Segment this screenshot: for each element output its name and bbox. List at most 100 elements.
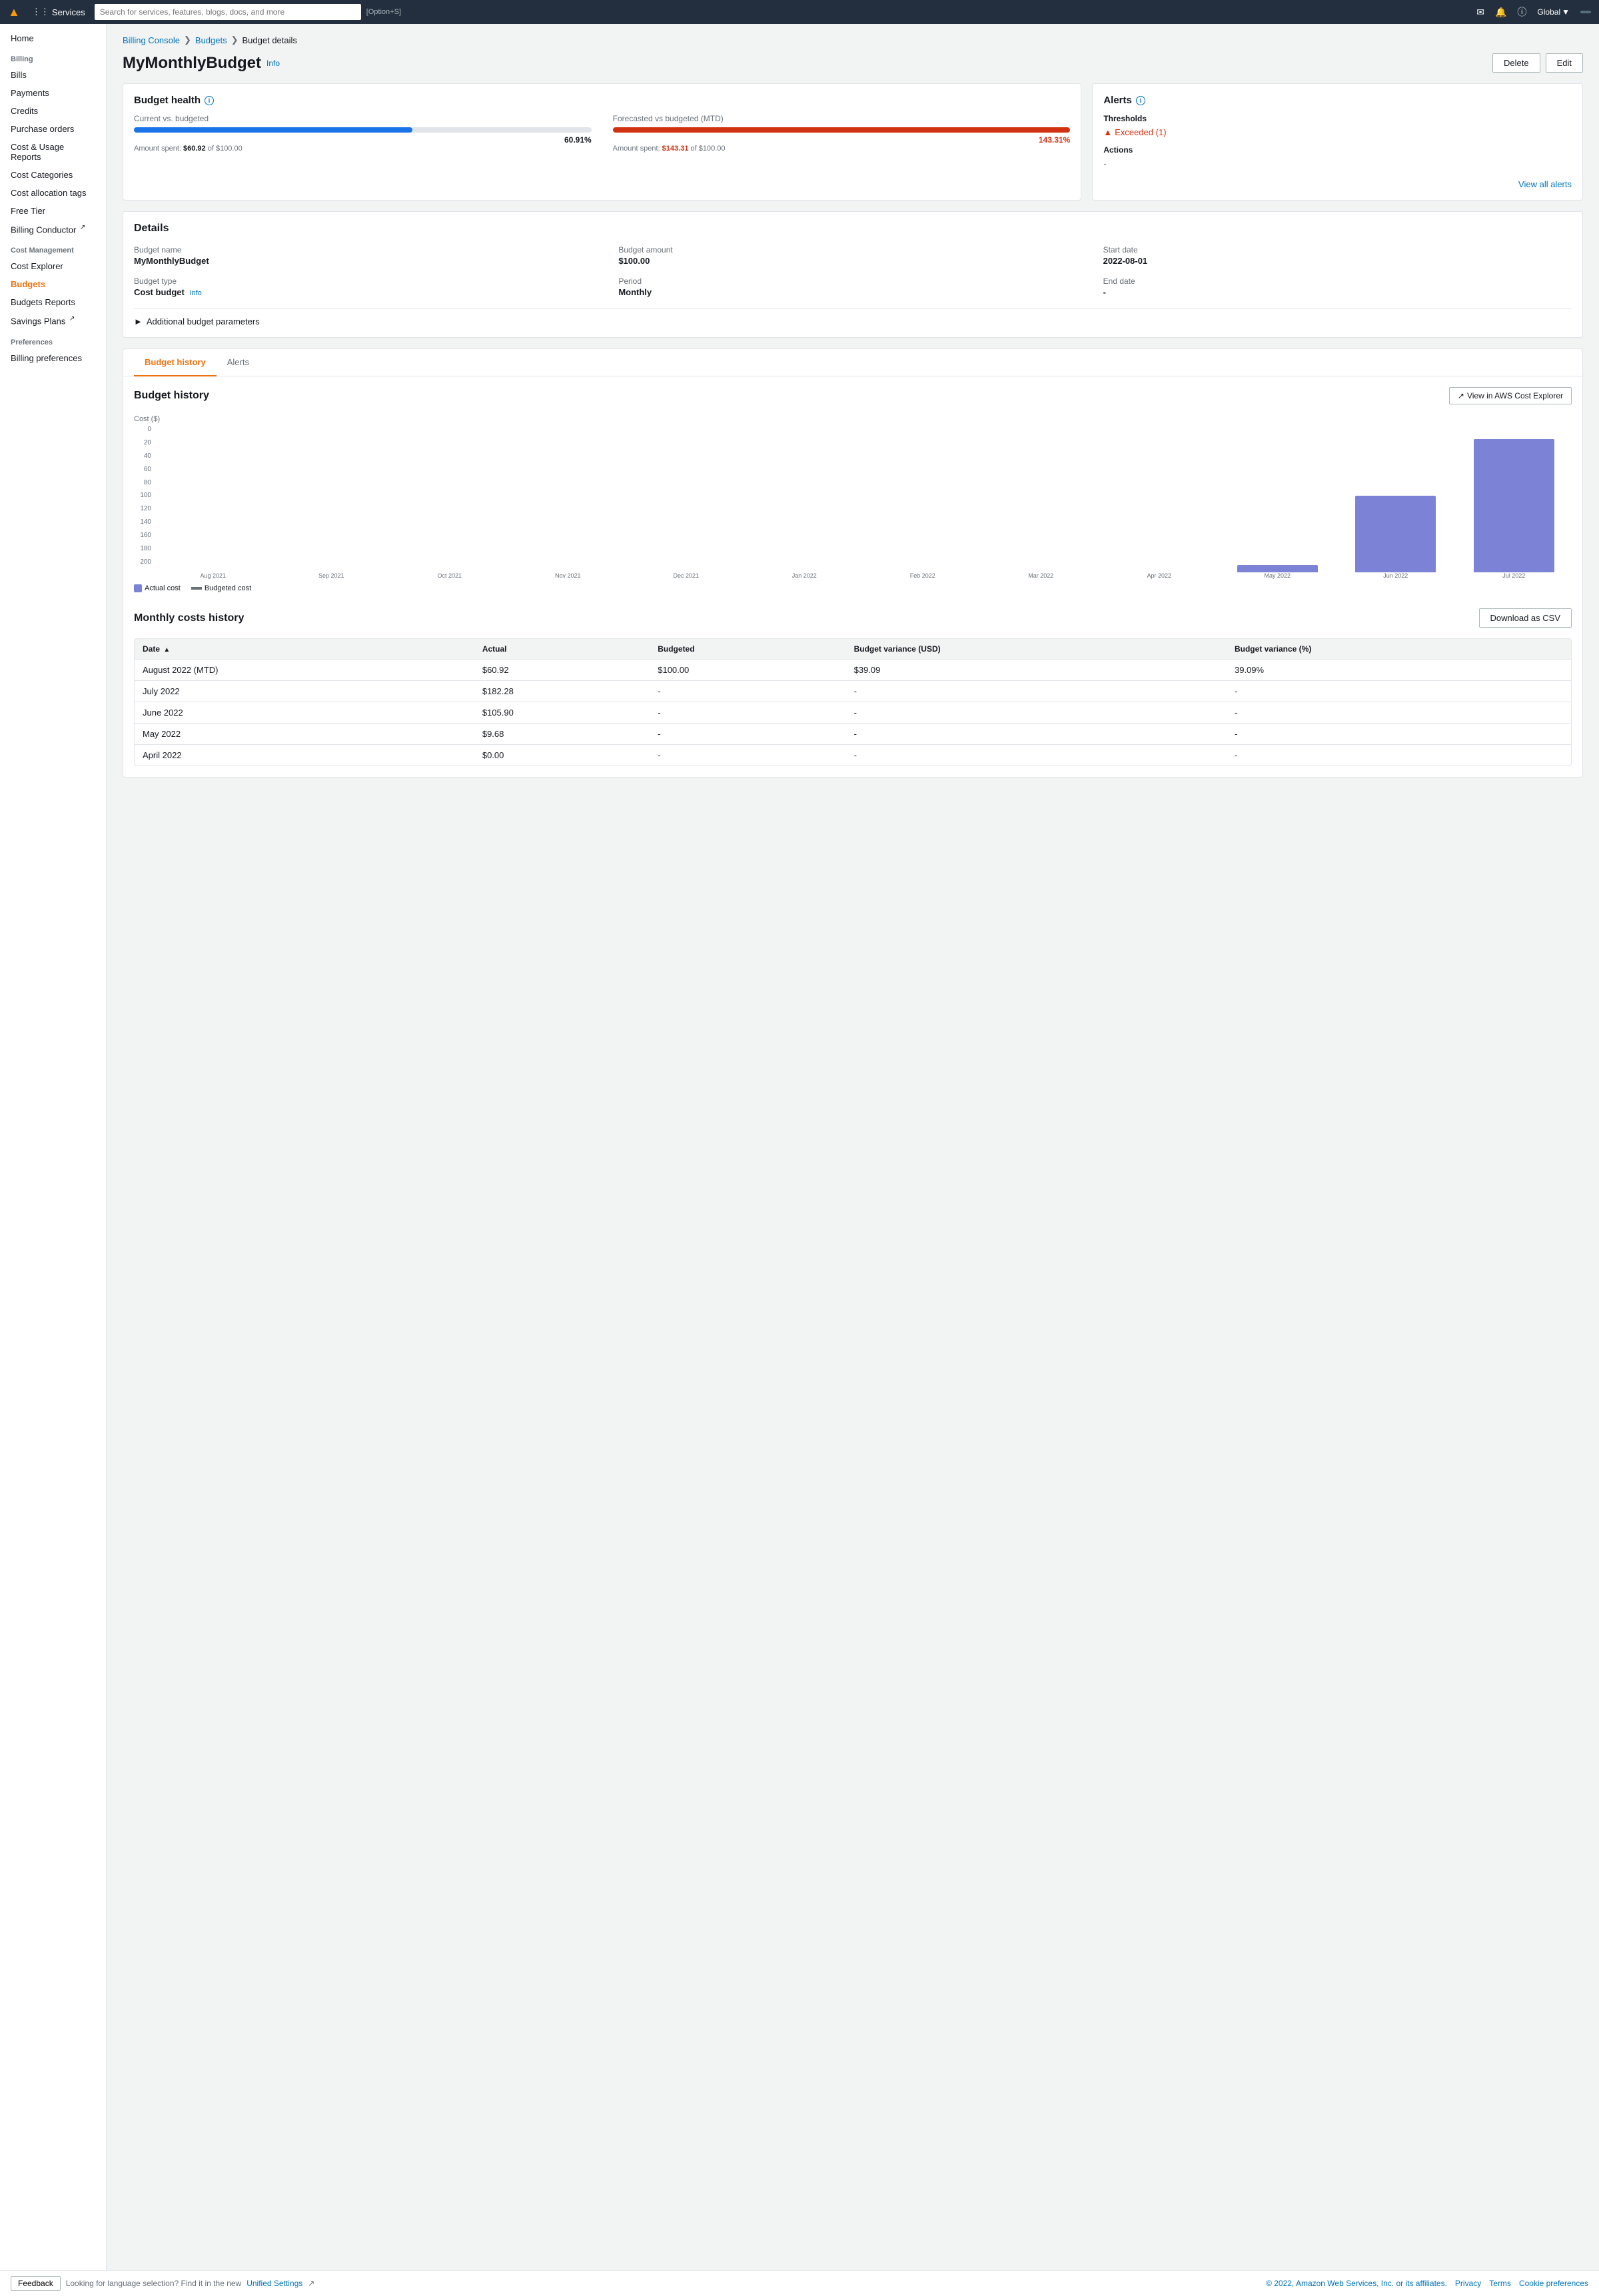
cell-date-4: April 2022 — [135, 745, 474, 766]
aws-logo: ▲ — [8, 5, 20, 19]
cell-budgeted-4: - — [650, 745, 845, 766]
forecasted-vs-budgeted-label: Forecasted vs budgeted (MTD) — [613, 114, 1071, 123]
breadcrumb-budgets[interactable]: Budgets — [195, 35, 227, 45]
copyright: © 2022, Amazon Web Services, Inc. or its… — [1266, 2279, 1447, 2288]
budget-type-value: Cost budget Info — [134, 287, 602, 297]
services-button[interactable]: ⋮⋮ Services — [28, 7, 89, 17]
chart-col-7 — [983, 426, 1099, 572]
period-value: Monthly — [618, 287, 1087, 297]
feedback-button[interactable]: Feedback — [11, 2276, 61, 2291]
sidebar-item-billing-preferences[interactable]: Billing preferences — [0, 349, 106, 367]
cell-variance_pct-2: - — [1227, 702, 1571, 724]
monthly-costs-section: Monthly costs history Download as CSV Da… — [134, 608, 1572, 766]
budget-history-title: Budget history — [134, 390, 209, 402]
health-alerts-row: Budget health i Current vs. budgeted 60.… — [123, 83, 1583, 201]
sidebar-item-cost-usage-reports[interactable]: Cost & Usage Reports — [0, 138, 106, 166]
tab-budget-history[interactable]: Budget history — [134, 349, 217, 376]
tab-alerts[interactable]: Alerts — [217, 349, 260, 376]
mail-icon[interactable]: ✉ — [1476, 7, 1484, 18]
alerts-card: Alerts i Thresholds ▲ Exceeded (1) Actio… — [1092, 83, 1583, 201]
sidebar-item-cost-explorer[interactable]: Cost Explorer — [0, 257, 106, 275]
cell-variance_pct-0: 39.09% — [1227, 660, 1571, 681]
chart-body: Aug 2021Sep 2021Oct 2021Nov 2021Dec 2021… — [155, 426, 1572, 579]
detail-budget-type: Budget type Cost budget Info — [134, 277, 602, 297]
chart-x-label-9: May 2022 — [1220, 572, 1336, 579]
cell-variance_pct-3: - — [1227, 724, 1571, 745]
budget-health-card: Budget health i Current vs. budgeted 60.… — [123, 83, 1081, 201]
cell-actual-0: $60.92 — [474, 660, 650, 681]
monthly-costs-table: Date ▲ Actual Budgeted Budget variance (… — [135, 639, 1571, 766]
col-budgeted[interactable]: Budgeted — [650, 639, 845, 660]
col-variance-usd[interactable]: Budget variance (USD) — [846, 639, 1227, 660]
sidebar-item-billing-conductor[interactable]: Billing Conductor ↗ — [0, 220, 106, 239]
sidebar-item-payments[interactable]: Payments — [0, 84, 106, 102]
cell-budgeted-1: - — [650, 681, 845, 702]
chart-col-10 — [1338, 426, 1454, 572]
detail-end-date: End date - — [1103, 277, 1572, 297]
detail-budget-amount: Budget amount $100.00 — [618, 245, 1087, 266]
unified-settings-link[interactable]: Unified Settings — [247, 2279, 302, 2288]
cell-variance_usd-2: - — [846, 702, 1227, 724]
sort-icon-date: ▲ — [163, 646, 170, 654]
budget-history-section: Budget history ↗ View in AWS Cost Explor… — [134, 387, 1572, 766]
search-input[interactable] — [95, 4, 361, 20]
delete-button[interactable]: Delete — [1492, 53, 1540, 73]
view-in-explorer-button[interactable]: ↗ View in AWS Cost Explorer — [1449, 387, 1572, 404]
chart-legend: Actual cost Budgeted cost — [134, 584, 1572, 592]
cell-date-0: August 2022 (MTD) — [135, 660, 474, 681]
alerts-info[interactable]: i — [1136, 96, 1145, 105]
tabs-container: Budget history Alerts Budget history ↗ V… — [123, 348, 1583, 778]
sidebar-item-credits[interactable]: Credits — [0, 102, 106, 120]
bell-icon[interactable]: 🔔 — [1495, 7, 1506, 18]
forecasted-progress-bar — [613, 127, 1071, 133]
cell-actual-2: $105.90 — [474, 702, 650, 724]
sidebar-item-free-tier[interactable]: Free Tier — [0, 202, 106, 220]
sidebar-item-bills[interactable]: Bills — [0, 66, 106, 84]
additional-params-toggle[interactable]: ► Additional budget parameters — [134, 316, 260, 326]
table-header-row: Date ▲ Actual Budgeted Budget variance (… — [135, 639, 1571, 660]
sidebar-item-savings-plans[interactable]: Savings Plans ↗ — [0, 311, 106, 330]
sidebar-item-purchase-orders[interactable]: Purchase orders — [0, 120, 106, 138]
chevron-down-icon: ▼ — [1562, 7, 1570, 17]
sidebar-item-home[interactable]: Home — [0, 29, 106, 47]
detail-start-date: Start date 2022-08-01 — [1103, 245, 1572, 266]
chart-x-label-10: Jun 2022 — [1338, 572, 1454, 579]
budget-type-info[interactable]: Info — [189, 289, 201, 297]
health-metrics-row: Current vs. budgeted 60.91% Amount spent… — [134, 114, 1070, 153]
col-variance-pct[interactable]: Budget variance (%) — [1227, 639, 1571, 660]
main-content: Billing Console ❯ Budgets ❯ Budget detai… — [107, 24, 1599, 2296]
page-title-info-badge[interactable]: Info — [266, 59, 280, 68]
table-row: August 2022 (MTD)$60.92$100.00$39.0939.0… — [135, 660, 1571, 681]
chart-x-label-6: Feb 2022 — [865, 572, 981, 579]
global-selector[interactable]: Global ▼ — [1537, 7, 1570, 17]
edit-button[interactable]: Edit — [1546, 53, 1583, 73]
budget-health-info[interactable]: i — [205, 96, 214, 105]
cookie-prefs-link[interactable]: Cookie preferences — [1519, 2279, 1588, 2288]
terms-link[interactable]: Terms — [1489, 2279, 1511, 2288]
current-vs-budgeted-label: Current vs. budgeted — [134, 114, 592, 123]
chart-bars — [155, 426, 1572, 572]
cell-variance_pct-4: - — [1227, 745, 1571, 766]
page-title: MyMonthlyBudget — [123, 54, 261, 73]
help-icon[interactable]: ⓘ — [1517, 5, 1526, 19]
breadcrumb-billing-console[interactable]: Billing Console — [123, 35, 180, 45]
bottom-bar: Feedback Looking for language selection?… — [0, 2270, 1599, 2296]
details-title: Details — [134, 223, 1572, 235]
grid-icon: ⋮⋮ — [32, 7, 49, 17]
sidebar-section-billing: Billing — [0, 47, 106, 66]
chart-col-11 — [1456, 426, 1572, 572]
account-button[interactable] — [1580, 11, 1591, 13]
col-actual[interactable]: Actual — [474, 639, 650, 660]
view-all-alerts-link[interactable]: View all alerts — [1103, 179, 1572, 189]
period-label: Period — [618, 277, 1087, 286]
sidebar-item-cost-categories[interactable]: Cost Categories — [0, 166, 106, 184]
sidebar-item-cost-allocation-tags[interactable]: Cost allocation tags — [0, 184, 106, 202]
sidebar-item-budgets-reports[interactable]: Budgets Reports — [0, 293, 106, 311]
download-csv-button[interactable]: Download as CSV — [1479, 608, 1572, 628]
privacy-link[interactable]: Privacy — [1455, 2279, 1481, 2288]
detail-budget-name: Budget name MyMonthlyBudget — [134, 245, 602, 266]
sidebar-item-budgets[interactable]: Budgets — [0, 275, 106, 293]
exceeded-label: Exceeded (1) — [1115, 127, 1166, 137]
chart-y-axis: 200 180 160 140 120 100 80 60 40 20 0 — [134, 426, 155, 579]
col-date[interactable]: Date ▲ — [135, 639, 474, 660]
